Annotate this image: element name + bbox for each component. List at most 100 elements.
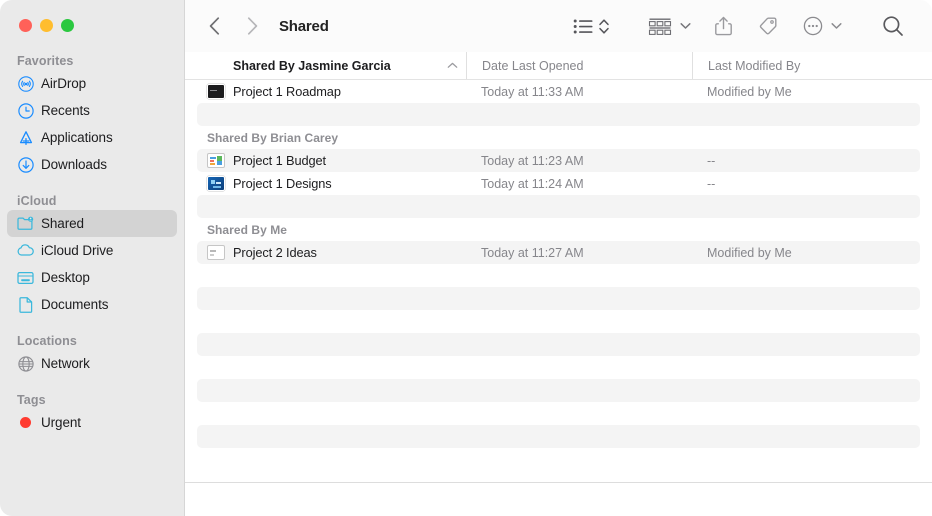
list-view-button[interactable] (573, 12, 594, 40)
more-button[interactable] (803, 12, 823, 40)
file-name-cell: Project 1 Designs (185, 176, 466, 191)
sidebar-item-airdrop[interactable]: AirDrop (7, 70, 177, 97)
close-button[interactable] (19, 19, 32, 32)
column-header-date[interactable]: Date Last Opened (466, 52, 692, 79)
empty-row (185, 195, 932, 218)
table-row[interactable]: Project 2 Ideas Today at 11:27 AMModified… (185, 241, 932, 264)
window-controls (19, 19, 74, 32)
file-group-heading: Shared By Brian Carey (185, 126, 932, 149)
sidebar-item-urgent[interactable]: Urgent (7, 409, 177, 436)
file-date-cell: Today at 11:33 AM (466, 85, 692, 99)
empty-row (185, 425, 932, 448)
sidebar-list: Favorites AirDrop Recents Applications D… (0, 52, 184, 516)
sidebar-item-documents[interactable]: Documents (7, 291, 177, 318)
file-list: Project 1 RoadmapToday at 11:33 AMModifi… (185, 80, 932, 516)
cloud-icon (17, 242, 34, 259)
forward-button[interactable] (239, 12, 265, 40)
sidebar-item-label: AirDrop (41, 76, 86, 91)
sidebar-item-shared[interactable]: Shared (7, 210, 177, 237)
empty-row (185, 103, 932, 126)
desktop-icon (17, 269, 34, 286)
column-header-name[interactable]: Shared By Jasmine Garcia (185, 52, 466, 79)
pages-document-icon (207, 245, 225, 260)
tag-dot-icon (17, 414, 34, 431)
group-by-button[interactable] (648, 12, 672, 40)
column-header-modified[interactable]: Last Modified By (692, 52, 932, 79)
sidebar-group-title: Tags (0, 391, 184, 409)
file-name-label: Project 1 Designs (233, 176, 332, 191)
table-row[interactable]: Project 1 Roadmap Today at 11:33 AMModifi… (185, 80, 932, 103)
numbers-document-icon (207, 153, 225, 168)
file-modified-cell: Modified by Me (692, 85, 932, 99)
search-button[interactable] (882, 12, 904, 40)
sidebar-item-label: Documents (41, 297, 108, 312)
toolbar: Shared (185, 0, 932, 52)
back-button[interactable] (201, 12, 227, 40)
sidebar-item-icloud-drive[interactable]: iCloud Drive (7, 237, 177, 264)
sidebar-item-label: Shared (41, 216, 84, 231)
sidebar-item-network[interactable]: Network (7, 350, 177, 377)
shared-folder-icon (17, 215, 34, 232)
sidebar-item-applications[interactable]: Applications (7, 124, 177, 151)
sidebar-item-label: Applications (41, 130, 113, 145)
minimize-button[interactable] (40, 19, 53, 32)
finder-window: Favorites AirDrop Recents Applications D… (0, 0, 932, 516)
maximize-button[interactable] (61, 19, 74, 32)
chevron-up-icon (447, 62, 458, 69)
main-pane: Shared (185, 0, 932, 516)
more-chevron-down-icon[interactable] (831, 22, 842, 30)
file-modified-cell: Modified by Me (692, 246, 932, 260)
tags-button[interactable] (758, 12, 778, 40)
column-header-name-label: Shared By Jasmine Garcia (233, 59, 391, 73)
file-name-cell: Project 1 Budget (185, 153, 466, 168)
file-group-heading: Shared By Me (185, 218, 932, 241)
sidebar-item-recents[interactable]: Recents (7, 97, 177, 124)
file-modified-cell: -- (692, 154, 932, 168)
network-globe-icon (17, 355, 34, 372)
sidebar-group-favorites: Favorites AirDrop Recents Applications D… (0, 52, 184, 178)
empty-row (185, 333, 932, 356)
keynote-document-icon (207, 84, 225, 99)
sidebar-item-label: Recents (41, 103, 90, 118)
file-group-label: Shared By Brian Carey (207, 131, 338, 145)
sidebar-item-label: iCloud Drive (41, 243, 113, 258)
sidebar-item-label: Urgent (41, 415, 81, 430)
sidebar-group-tags: Tags Urgent (0, 391, 184, 436)
empty-row (185, 310, 932, 333)
sidebar-item-label: Desktop (41, 270, 90, 285)
file-name-cell: Project 1 Roadmap (185, 84, 466, 99)
table-row[interactable]: Project 1 BudgetToday at 11:23 AM-- (185, 149, 932, 172)
applications-icon (17, 129, 34, 146)
sidebar-item-downloads[interactable]: Downloads (7, 151, 177, 178)
file-name-label: Project 2 Ideas (233, 245, 317, 260)
document-icon (17, 296, 34, 313)
file-name-label: Project 1 Roadmap (233, 84, 341, 99)
image-document-icon (207, 176, 225, 191)
file-name-cell: Project 2 Ideas (185, 245, 466, 260)
sort-order-button[interactable] (598, 12, 610, 40)
airdrop-icon (17, 75, 34, 92)
clock-icon (17, 102, 34, 119)
status-bar (185, 483, 932, 516)
window-title: Shared (279, 18, 329, 35)
downloads-icon (17, 156, 34, 173)
empty-row (185, 264, 932, 287)
column-headers: Shared By Jasmine Garcia Date Last Opene… (185, 52, 932, 80)
empty-row (185, 379, 932, 402)
sidebar-group-title: Locations (0, 332, 184, 350)
table-row[interactable]: Project 1 DesignsToday at 11:24 AM-- (185, 172, 932, 195)
file-date-cell: Today at 11:24 AM (466, 177, 692, 191)
sidebar-item-label: Network (41, 356, 90, 371)
share-button[interactable] (715, 12, 732, 40)
file-date-cell: Today at 11:27 AM (466, 246, 692, 260)
group-by-chevron-down-icon[interactable] (680, 22, 691, 30)
sidebar-item-label: Downloads (41, 157, 107, 172)
empty-row (185, 402, 932, 425)
toolbar-buttons (573, 0, 932, 52)
empty-row (185, 356, 932, 379)
sidebar-group-locations: Locations Network (0, 332, 184, 377)
sidebar-group-title: iCloud (0, 192, 184, 210)
sidebar-item-desktop[interactable]: Desktop (7, 264, 177, 291)
empty-row (185, 287, 932, 310)
sidebar-group-icloud: iCloud Shared iCloud Drive Desktop Docum… (0, 192, 184, 318)
